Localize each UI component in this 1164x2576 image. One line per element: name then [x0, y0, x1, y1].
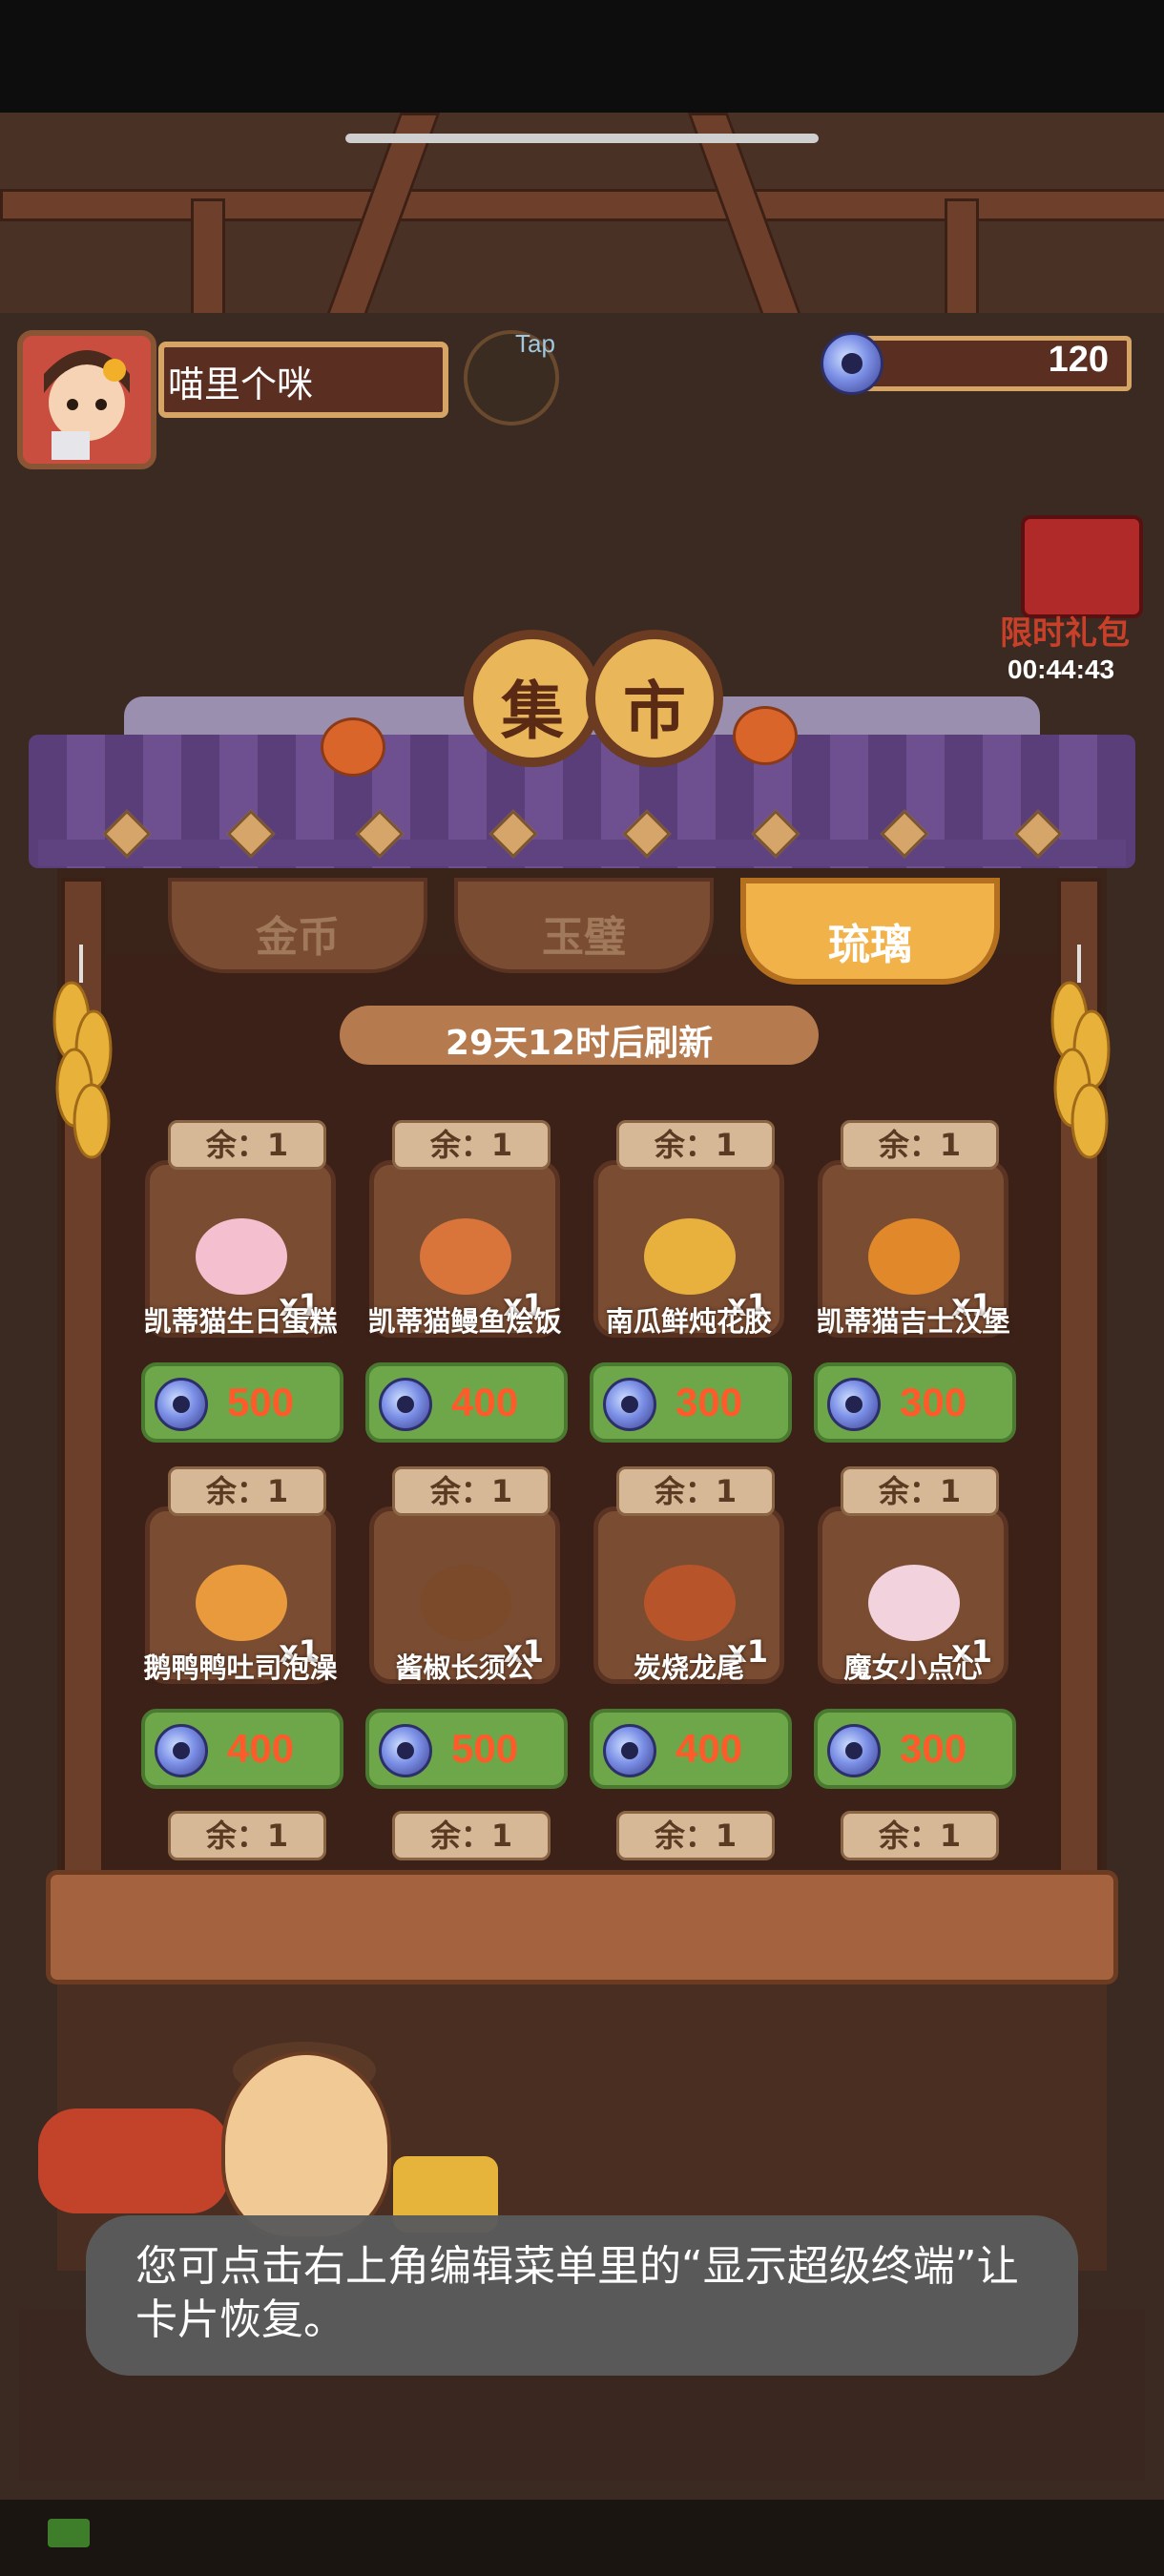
stock-label: 余：1: [168, 1120, 326, 1170]
corn-decoration-left: [52, 945, 113, 1159]
stock-label: 余：1: [392, 1466, 551, 1516]
food-icon: [420, 1218, 511, 1295]
food-icon: [868, 1218, 960, 1295]
title-medallion: 集: [464, 630, 601, 767]
glass-coin-icon: [603, 1724, 656, 1777]
persimmon-ornament: [321, 717, 385, 777]
title-medallion: 市: [586, 630, 723, 767]
price-value: 500: [451, 1726, 519, 1771]
stock-label: 余：1: [841, 1120, 999, 1170]
tomato-basket: [38, 2109, 229, 2213]
buy-button[interactable]: 500: [365, 1709, 568, 1789]
bottom-indicator: [48, 2519, 90, 2547]
tab-label: 金币: [256, 913, 340, 962]
price-value: 300: [900, 1380, 967, 1424]
glass-coin-icon: [379, 1724, 432, 1777]
tap-label: Tap: [515, 329, 555, 358]
stock-label: 余：1: [616, 1120, 775, 1170]
persimmon-ornament: [733, 706, 798, 765]
tab-glass[interactable]: 琉璃: [740, 878, 1000, 985]
glass-coin-icon: [379, 1378, 432, 1431]
buy-button[interactable]: 400: [590, 1709, 792, 1789]
title-char: 市: [623, 675, 686, 748]
sheet-handle[interactable]: [345, 134, 819, 143]
bottom-bar: [0, 2500, 1164, 2576]
item-name: 凯蒂猫生日蛋糕: [143, 1305, 338, 1338]
buy-button[interactable]: 400: [365, 1362, 568, 1443]
food-icon: [196, 1218, 287, 1295]
price-value: 300: [676, 1380, 743, 1424]
status-bar: [0, 0, 1164, 113]
toast-message: 您可点击右上角编辑菜单里的“显示超级终端”让卡片恢复。: [135, 2242, 1019, 2344]
glass-coin-icon: [155, 1378, 208, 1431]
glass-coin-icon: [603, 1378, 656, 1431]
food-icon: [196, 1565, 287, 1641]
currency-value: 120: [1048, 340, 1109, 380]
food-icon: [644, 1218, 736, 1295]
price-value: 400: [676, 1726, 743, 1771]
stock-label: 余：1: [841, 1466, 999, 1516]
stock-label: 余：1: [841, 1811, 999, 1860]
shopkeeper-npc[interactable]: [221, 2051, 391, 2240]
tab-label: 琉璃: [828, 921, 912, 969]
stock-label: 余：1: [616, 1811, 775, 1860]
price-value: 500: [227, 1380, 295, 1424]
corn-decoration-right: [1050, 945, 1111, 1159]
gift-label[interactable]: 限时礼包: [1000, 607, 1130, 654]
item-name: 炭烧龙尾: [633, 1652, 744, 1684]
counter-top: [46, 1870, 1118, 1984]
food-icon: [420, 1565, 511, 1641]
gift-timer: 00:44:43: [1008, 654, 1115, 684]
item-name: 凯蒂猫鳗鱼烩饭: [367, 1305, 562, 1338]
refresh-countdown: 29天12时后刷新: [445, 1024, 714, 1063]
price-value: 400: [227, 1726, 295, 1771]
roof-edge: [38, 840, 1126, 866]
item-name: 鹅鸭鸭吐司泡澡: [143, 1652, 338, 1684]
buy-button[interactable]: 300: [814, 1709, 1016, 1789]
item-name: 魔女小点心: [843, 1652, 983, 1684]
buy-button[interactable]: 400: [141, 1709, 343, 1789]
tab-jade[interactable]: 玉璧: [454, 878, 714, 973]
food-icon: [644, 1565, 736, 1641]
player-name: 喵里个咪: [168, 365, 314, 405]
buy-button[interactable]: 300: [590, 1362, 792, 1443]
tab-label: 玉璧: [542, 913, 626, 962]
stock-label: 余：1: [392, 1811, 551, 1860]
glass-coin-icon: [827, 1378, 881, 1431]
stock-label: 余：1: [168, 1466, 326, 1516]
item-name: 南瓜鲜炖花胶: [605, 1305, 772, 1338]
price-value: 400: [451, 1380, 519, 1424]
avatar[interactable]: [17, 330, 156, 469]
buy-button[interactable]: 300: [814, 1362, 1016, 1443]
stock-label: 余：1: [392, 1120, 551, 1170]
gift-box-icon[interactable]: [1021, 515, 1143, 618]
tab-gold[interactable]: 金币: [168, 878, 427, 973]
item-name: 凯蒂猫吉士汉堡: [816, 1305, 1010, 1338]
food-icon: [868, 1565, 960, 1641]
glass-coin-icon: [827, 1724, 881, 1777]
stock-label: 余：1: [616, 1466, 775, 1516]
glass-coin-icon: [155, 1724, 208, 1777]
stock-label: 余：1: [168, 1811, 326, 1860]
price-value: 300: [900, 1726, 967, 1771]
buy-button[interactable]: 500: [141, 1362, 343, 1443]
title-char: 集: [501, 675, 564, 748]
item-name: 酱椒长须公: [395, 1652, 534, 1684]
